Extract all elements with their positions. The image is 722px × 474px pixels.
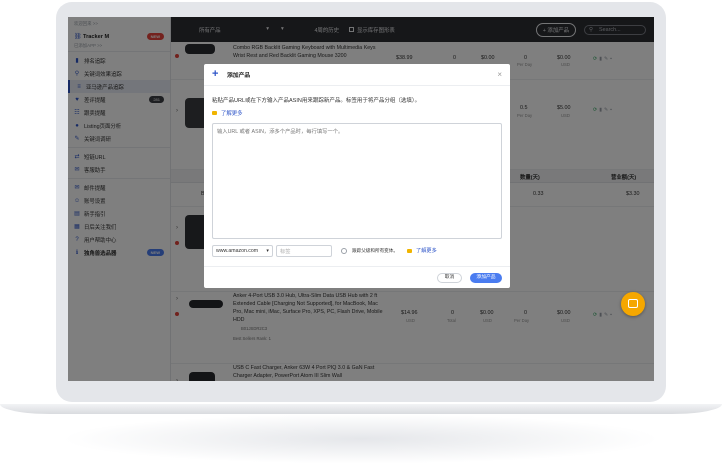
- video-icon: [407, 248, 412, 253]
- learn-more-link-2[interactable]: 了解更多: [407, 247, 437, 254]
- learn-more-label: 了解更多: [221, 111, 243, 117]
- add-product-modal: + 添加产品 × 粘贴产品URL或在下方输入产品ASIN用来跟踪新产品。标签用于…: [204, 64, 510, 288]
- laptop-base: [0, 404, 722, 414]
- cancel-button[interactable]: 取消: [437, 273, 462, 283]
- modal-description: 粘贴产品URL或在下方输入产品ASIN用来跟踪新产品。标签用于将产品分组（选填）…: [212, 98, 421, 104]
- add-product-submit-button[interactable]: 添加产品: [470, 273, 502, 283]
- label-placeholder: 标签: [280, 249, 291, 255]
- learn-more-link[interactable]: 了解更多: [212, 109, 243, 117]
- chat-bubble-button[interactable]: [621, 292, 645, 316]
- marketplace-value: www.amazon.com: [216, 248, 259, 254]
- marketplace-select[interactable]: www.amazon.com ▾: [212, 245, 273, 257]
- stage: 欢迎回来 >> ⛓ Tracker M NEW 已添加APP >> ▮ 排名追踪…: [0, 0, 722, 474]
- chevron-down-icon: ▾: [266, 248, 269, 254]
- label-input[interactable]: 标签: [276, 245, 332, 257]
- modal-title: 添加产品: [227, 73, 251, 79]
- modal-header: + 添加产品: [204, 64, 510, 86]
- chat-icon: [628, 299, 638, 308]
- close-icon[interactable]: ×: [497, 70, 502, 79]
- plus-icon: +: [212, 67, 219, 80]
- video-icon: [212, 111, 217, 115]
- asin-textarea[interactable]: [212, 123, 502, 239]
- track-variants-radio[interactable]: [341, 248, 347, 254]
- screen: 欢迎回来 >> ⛓ Tracker M NEW 已添加APP >> ▮ 排名追踪…: [68, 17, 654, 381]
- laptop-shadow: [60, 414, 662, 464]
- learn-more-label: 了解更多: [416, 248, 437, 254]
- modal-footer-divider: [204, 266, 510, 267]
- track-variants-label: 跟踪父级和所有变体。: [352, 248, 398, 253]
